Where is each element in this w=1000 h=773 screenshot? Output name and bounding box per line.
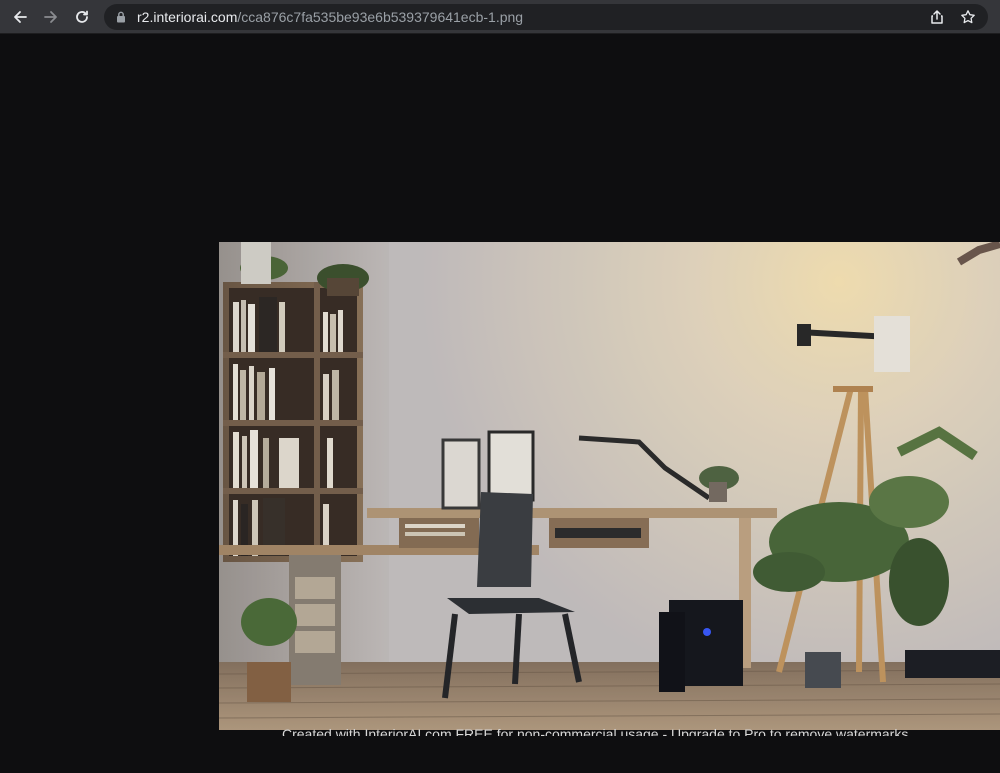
url-path: /cca876c7fa535be93e6b539379641ecb-1.png [237,9,524,25]
share-icon[interactable] [929,9,945,25]
address-bar[interactable]: r2.interiorai.com/cca876c7fa535be93e6b53… [104,4,988,30]
watermark-text: Created with InteriorAI.com FREE for non… [282,726,909,736]
browser-toolbar: r2.interiorai.com/cca876c7fa535be93e6b53… [0,0,1000,34]
reload-button[interactable] [72,7,92,27]
url-text[interactable]: r2.interiorai.com/cca876c7fa535be93e6b53… [137,9,523,25]
page-viewport: Created with InteriorAI.com FREE for non… [0,34,1000,773]
arrow-left-icon [14,11,27,23]
interior-scene [219,242,1000,730]
arrow-right-icon [44,11,57,23]
url-host: r2.interiorai.com [137,9,238,25]
star-icon[interactable] [960,9,976,25]
lock-icon[interactable] [114,10,128,24]
interior-image[interactable] [219,242,1000,730]
back-button[interactable] [10,7,30,27]
forward-button[interactable] [41,7,61,27]
reload-icon [76,10,88,23]
